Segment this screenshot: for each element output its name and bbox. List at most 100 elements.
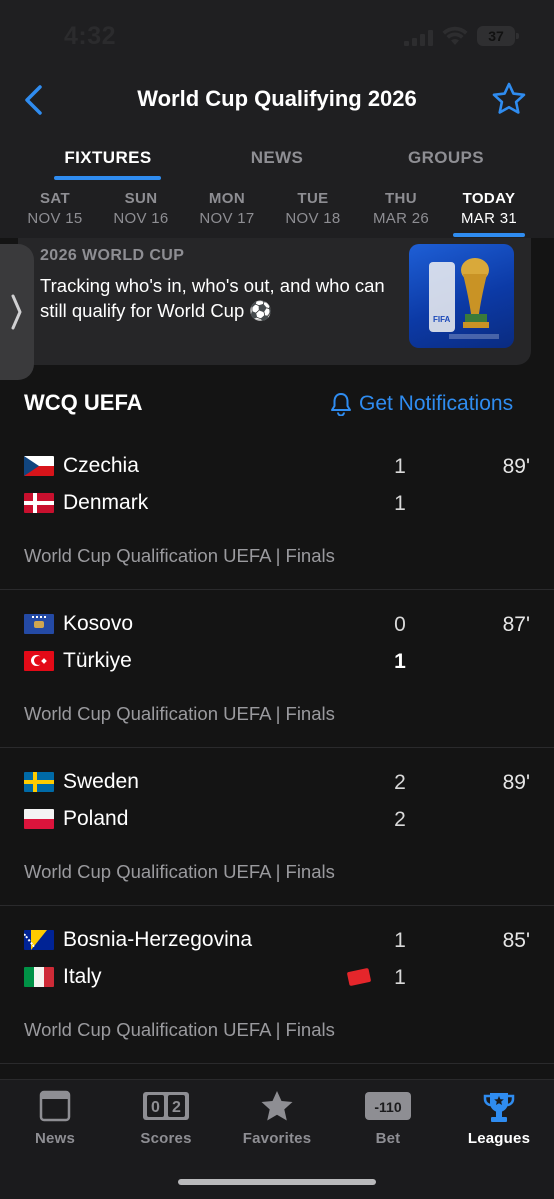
date-dow: THU xyxy=(384,190,418,207)
star-icon xyxy=(261,1091,293,1121)
team-row: Bosnia-Herzegovina xyxy=(24,925,252,955)
tab-scores[interactable]: 0 2 Scores xyxy=(111,1080,221,1160)
team-row: Kosovo xyxy=(24,609,133,639)
match-minute: 89' xyxy=(502,771,530,794)
date-md: NOV 15 xyxy=(27,210,83,227)
flag-italy-icon xyxy=(24,967,54,987)
team-name: Poland xyxy=(63,807,129,830)
date-active-indicator xyxy=(453,233,525,237)
home-indicator xyxy=(178,1179,376,1185)
promo-card[interactable]: 2026 WORLD CUP Tracking who's in, who's … xyxy=(18,238,531,365)
competition-label: World Cup Qualification UEFA | Finals xyxy=(24,861,335,882)
team-row: Poland xyxy=(24,804,128,834)
match-minute: 85' xyxy=(502,929,530,952)
date-item-today[interactable]: TODAY MAR 31 xyxy=(449,190,529,227)
bell-icon xyxy=(331,393,351,416)
match-card[interactable]: Kosovo 0 87' Türkiye 1 World Cup Qualifi… xyxy=(0,590,554,748)
score: 1 xyxy=(394,929,406,952)
date-dow: TUE xyxy=(297,190,329,207)
team-row: Türkiye xyxy=(24,646,132,676)
tab-news-bottom[interactable]: News xyxy=(0,1080,110,1160)
section-title: WCQ UEFA xyxy=(24,390,143,415)
promo-image: FIFA xyxy=(409,244,514,348)
team-name: Italy xyxy=(63,965,102,988)
tab-label: Favorites xyxy=(242,1130,312,1147)
date-md: MAR 26 xyxy=(373,210,429,227)
scoreboard-digit-a: 0 xyxy=(151,1099,160,1116)
team-row: Czechia xyxy=(24,451,139,481)
header: World Cup Qualifying 2026 FIXTURES NEWS … xyxy=(0,70,554,238)
status-time: 4:32 xyxy=(64,22,117,50)
signal-icon xyxy=(404,30,434,46)
trophy-tab-icon xyxy=(483,1093,515,1122)
team-name: Kosovo xyxy=(63,612,134,635)
team-name: Denmark xyxy=(63,491,149,514)
team-name: Bosnia-Herzegovina xyxy=(63,928,253,951)
fifa-logo-text: FIFA xyxy=(433,315,451,324)
date-item[interactable]: TUE NOV 18 xyxy=(273,190,353,227)
date-md: NOV 17 xyxy=(199,210,255,227)
flag-sweden-icon xyxy=(24,772,54,792)
date-selector: SAT NOV 15 SUN NOV 16 MON NOV 17 TUE NOV 18 … xyxy=(0,190,554,238)
team-row: Italy xyxy=(24,962,102,992)
date-md: MAR 31 xyxy=(461,210,517,227)
flag-czechia-icon xyxy=(24,456,54,476)
red-card-icon xyxy=(346,967,372,987)
match-minute: 89' xyxy=(502,455,530,478)
newspaper-icon xyxy=(39,1090,71,1122)
date-item[interactable]: SAT NOV 15 xyxy=(15,190,95,227)
match-card[interactable]: Sweden 2 89' Poland 2 World Cup Qualific… xyxy=(0,748,554,906)
tab-leagues[interactable]: Leagues xyxy=(444,1080,554,1160)
score: 0 xyxy=(394,613,406,636)
tab-groups[interactable]: GROUPS xyxy=(366,148,526,168)
notifications-label: Get Notifications xyxy=(359,392,514,415)
tab-news[interactable]: NEWS xyxy=(197,148,357,168)
competition-label: World Cup Qualification UEFA | Finals xyxy=(24,545,335,566)
flag-turkiye-icon xyxy=(24,651,54,671)
team-name: Czechia xyxy=(63,454,139,477)
page-title: World Cup Qualifying 2026 xyxy=(137,86,417,111)
team-row: Sweden xyxy=(24,767,139,797)
tab-fixtures[interactable]: FIXTURES xyxy=(28,148,188,168)
team-name: Sweden xyxy=(63,770,139,793)
favorite-star-icon[interactable] xyxy=(491,81,527,117)
date-dow: TODAY xyxy=(462,190,516,207)
match-card[interactable]: Czechia 1 89' Denmark 1 World Cup Qualif… xyxy=(0,432,554,590)
date-dow: SAT xyxy=(39,190,71,207)
trophy-icon: FIFA xyxy=(429,258,499,339)
get-notifications-button[interactable]: Get Notifications xyxy=(330,390,513,418)
promo-headline: Tracking who's in, who's out, and who ca… xyxy=(40,275,385,321)
score: 1 xyxy=(394,492,406,515)
date-item[interactable]: SUN NOV 16 xyxy=(101,190,181,227)
flag-denmark-icon xyxy=(24,493,54,513)
promo-eyebrow: 2026 WORLD CUP xyxy=(40,247,185,264)
tab-label: Scores xyxy=(140,1130,192,1147)
tab-label: News xyxy=(35,1130,75,1147)
flag-kosovo-icon xyxy=(24,614,54,634)
date-dow: SUN xyxy=(124,190,158,207)
tab-bet[interactable]: -110 Bet xyxy=(333,1080,443,1160)
match-card[interactable]: Bosnia-Herzegovina 1 85' Italy 1 World C… xyxy=(0,906,554,1064)
date-item[interactable]: MON NOV 17 xyxy=(187,190,267,227)
team-row: Denmark xyxy=(24,488,148,518)
match-minute: 87' xyxy=(502,613,530,636)
competition-label: World Cup Qualification UEFA | Finals xyxy=(24,1019,335,1040)
score: 1 xyxy=(394,966,406,989)
score: 1 xyxy=(394,455,406,478)
tab-favorites[interactable]: Favorites xyxy=(222,1080,332,1160)
tab-label: Leagues xyxy=(467,1130,531,1147)
tab-label: Bet xyxy=(375,1130,401,1147)
section-header: WCQ UEFA Get Notifications xyxy=(0,380,554,426)
side-drawer-handle[interactable] xyxy=(0,244,34,380)
chevron-right-icon xyxy=(11,294,22,330)
score: 1 xyxy=(394,650,406,673)
date-dow: MON xyxy=(208,190,246,207)
scoreboard-icon: 0 2 xyxy=(143,1092,189,1120)
status-bar: 4:32 37 xyxy=(0,0,554,70)
wifi-icon xyxy=(442,26,468,45)
date-md: NOV 18 xyxy=(285,210,341,227)
odds-ticket-icon: -110 xyxy=(365,1092,411,1120)
date-item[interactable]: THU MAR 26 xyxy=(361,190,441,227)
flag-bosnia-icon xyxy=(24,930,54,950)
flag-poland-icon xyxy=(24,809,54,829)
